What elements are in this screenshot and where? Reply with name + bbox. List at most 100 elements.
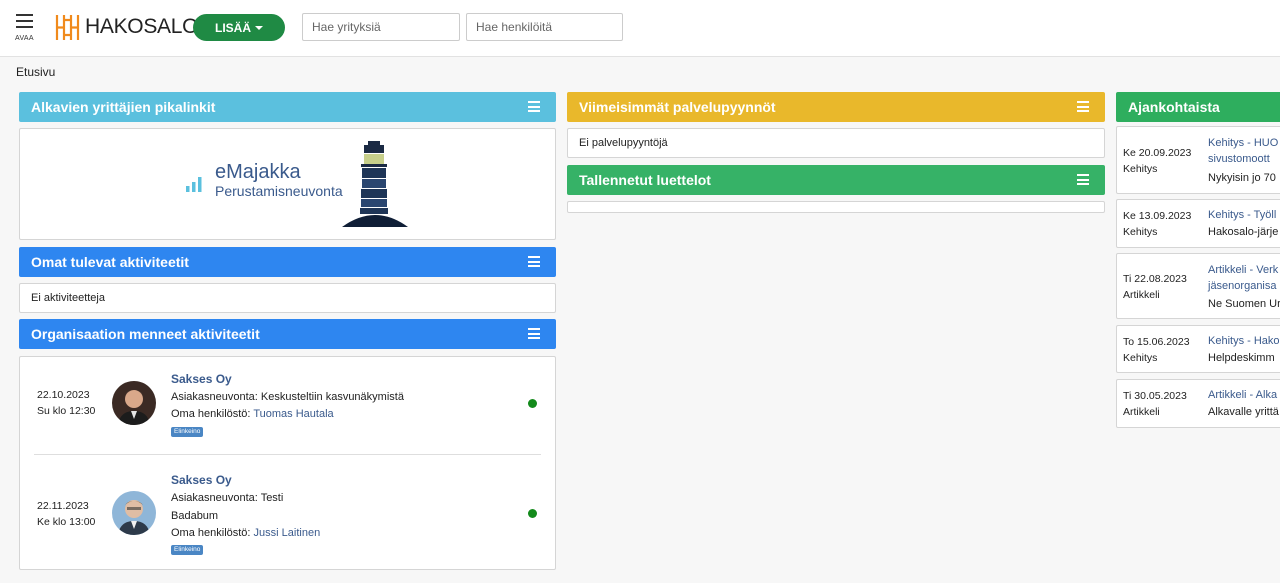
quicklinks-panel-title: Alkavien yrittäjien pikalinkit [31,99,216,115]
tag-badge: Elinkeino [171,427,204,437]
activity-date-value: 22.10.2023 [37,389,90,401]
news-date-value: Ke 13.09.2023 [1123,210,1192,222]
no-activities-text: Ei aktiviteetteja [31,292,105,304]
past-activities-panel-body: 22.10.2023 Su klo 12:30 Sakses Oy Asiaka… [19,356,556,570]
emajakka-link[interactable]: eMajakka Perustamisneuvonta [186,161,343,199]
news-text: Alkavalle yrittä [1208,406,1279,418]
news-item[interactable]: Ti 22.08.2023 Artikkeli Artikkeli - Verk… [1116,253,1280,319]
signal-bars-icon [186,177,202,192]
upcoming-activities-title: Omat tulevat aktiviteetit [31,254,189,270]
activity-date: 22.11.2023 Ke klo 13:00 [37,498,95,530]
news-title-line: Kehitys - Työll [1208,209,1277,221]
news-title-line: Artikkeli - Alka [1208,389,1278,401]
activity-description: Asiakasneuvonta: Testi [171,492,284,504]
news-text: Ne Suomen Ur [1208,298,1280,310]
status-dot-icon [528,509,537,518]
news-item[interactable]: Ke 13.09.2023 Kehitys Kehitys - Työll Ha… [1116,199,1280,248]
activity-date: 22.10.2023 Su klo 12:30 [37,387,95,419]
news-category: Artikkeli [1123,289,1160,301]
news-title-link[interactable]: Artikkeli - Alka [1208,387,1277,403]
logo-text: HAKOSALO [85,15,199,38]
service-requests-title: Viimeisimmät palvelupyynnöt [579,99,776,115]
activity-description: Asiakasneuvonta: Keskusteltiin kasvunäky… [171,391,404,403]
avatar [112,381,156,425]
avatar [112,491,156,535]
activity-time-value: Ke klo 13:00 [37,516,96,528]
add-button[interactable]: LISÄÄ [193,14,285,41]
activity-staff: Oma henkilöstö: Tuomas Hautala [171,408,334,420]
activity-date-value: 22.11.2023 [37,500,89,512]
news-title-link[interactable]: Artikkeli - Verk jäsenorganisa [1208,262,1278,294]
news-title-link[interactable]: Kehitys - HUO sivustomoott [1208,135,1278,167]
upcoming-activities-menu-icon[interactable] [528,256,540,267]
news-date: Ke 20.09.2023 Kehitys [1123,145,1191,177]
add-button-label: LISÄÄ [215,20,251,35]
hamburger-icon [16,14,33,28]
news-title-link[interactable]: Kehitys - Hako [1208,333,1280,349]
breadcrumb[interactable]: Etusivu [16,65,55,79]
staff-name-link[interactable]: Tuomas Hautala [253,408,333,420]
past-activities-panel-header: Organisaation menneet aktiviteetit [19,319,556,349]
activity-staff: Oma henkilöstö: Jussi Laitinen [171,527,320,539]
news-date-value: Ti 22.08.2023 [1123,273,1187,285]
news-date-value: Ke 20.09.2023 [1123,147,1192,159]
caret-down-icon [255,25,263,30]
open-menu-button[interactable]: AVAA [12,12,38,46]
upcoming-activities-panel-header: Omat tulevat aktiviteetit [19,247,556,277]
person-photo-icon [112,381,156,425]
activity-company[interactable]: Sakses Oy [171,473,232,487]
saved-lists-panel-header: Tallennetut luettelot [567,165,1105,195]
search-persons-input[interactable] [466,13,623,41]
staff-name-link[interactable]: Jussi Laitinen [254,527,321,539]
news-item[interactable]: Ti 30.05.2023 Artikkeli Artikkeli - Alka… [1116,379,1280,428]
news-date: Ti 22.08.2023 Artikkeli [1123,271,1187,303]
news-title-link[interactable]: Kehitys - Työll [1208,207,1276,223]
staff-label: Oma henkilöstö: [171,408,251,420]
person-photo-icon [112,491,156,535]
hakosalo-logo-icon [55,14,80,40]
quicklinks-panel-body: eMajakka Perustamisneuvonta [19,128,556,240]
saved-lists-title: Tallennetut luettelot [579,172,711,188]
emajakka-title: eMajakka [215,161,301,183]
activity-description-extra: Badabum [171,510,219,522]
lighthouse-icon [342,141,408,227]
upcoming-activities-panel-body: Ei aktiviteetteja [19,283,556,313]
tag-badge: Elinkeino [171,545,204,555]
divider [34,454,541,455]
news-date: To 15.06.2023 Kehitys [1123,334,1190,366]
emajakka-subtitle: Perustamisneuvonta [215,183,343,199]
news-title-line: Kehitys - HUO [1208,137,1279,149]
service-requests-menu-icon[interactable] [1077,101,1089,112]
news-title-line: Artikkeli - Verk [1208,264,1279,276]
news-category: Kehitys [1123,226,1158,238]
news-text: Hakosalo-järje [1208,226,1279,238]
news-category: Kehitys [1123,163,1158,175]
news-title-line: jäsenorganisa [1208,280,1277,292]
news-date-value: Ti 30.05.2023 [1123,390,1187,402]
service-requests-panel-header: Viimeisimmät palvelupyynnöt [567,92,1105,122]
hakosalo-logo[interactable]: HAKOSALO [54,11,198,43]
saved-lists-menu-icon[interactable] [1077,174,1089,185]
search-companies-input[interactable] [302,13,460,41]
news-text: Helpdeskimm [1208,352,1275,364]
news-date: Ti 30.05.2023 Artikkeli [1123,388,1187,420]
news-panel-header: Ajankohtaista [1116,92,1280,122]
news-title-line: sivustomoott [1208,153,1270,165]
service-requests-panel-body: Ei palvelupyyntöjä [567,128,1105,158]
news-date-value: To 15.06.2023 [1123,336,1190,348]
activity-company[interactable]: Sakses Oy [171,372,232,386]
staff-label: Oma henkilöstö: [171,527,251,539]
quicklinks-panel-menu-icon[interactable] [528,101,540,112]
status-dot-icon [528,399,537,408]
news-text: Nykyisin jo 70 [1208,172,1276,184]
past-activities-title: Organisaation menneet aktiviteetit [31,326,260,342]
no-service-requests-text: Ei palvelupyyntöjä [579,137,668,149]
news-title-line: Kehitys - Hako [1208,335,1280,347]
past-activities-menu-icon[interactable] [528,328,540,339]
saved-lists-panel-body [567,201,1105,213]
top-bar: AVAA HAKOSALO LISÄÄ [0,0,1280,57]
news-item[interactable]: To 15.06.2023 Kehitys Kehitys - Hako Hel… [1116,325,1280,373]
news-item[interactable]: Ke 20.09.2023 Kehitys Kehitys - HUO sivu… [1116,126,1280,194]
news-category: Artikkeli [1123,406,1160,418]
news-category: Kehitys [1123,352,1158,364]
